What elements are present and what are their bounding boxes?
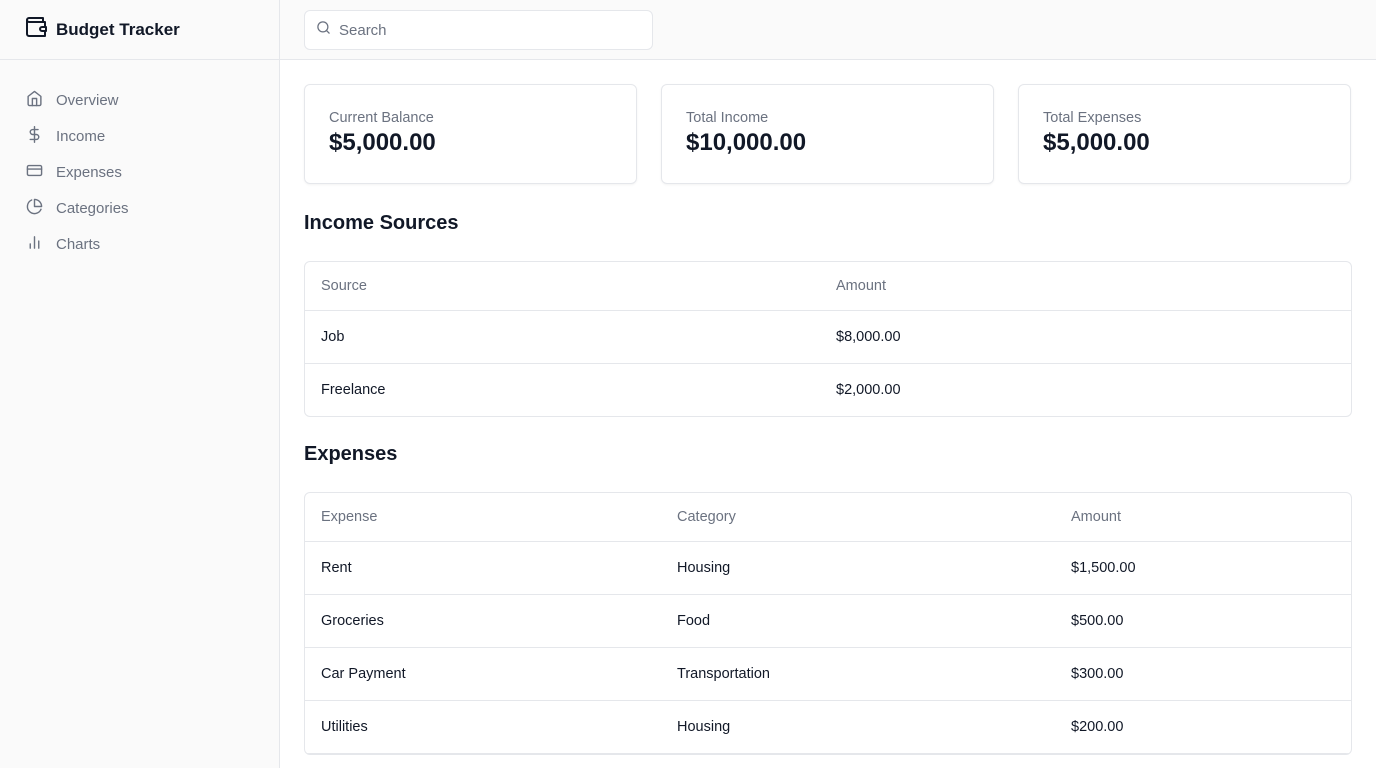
column-header: Category	[661, 493, 1055, 542]
table-header-row: Source Amount	[305, 262, 1351, 311]
table-cell: Groceries	[305, 594, 661, 648]
table-row[interactable]: Job $8,000.00	[305, 310, 1351, 364]
income-sources-title: Income Sources	[304, 212, 459, 234]
card-value: $5,000.00	[1043, 129, 1150, 156]
table-cell: Rent	[305, 541, 661, 595]
table-row[interactable]: Rent Housing $1,500.00	[305, 541, 1351, 595]
column-header: Amount	[820, 262, 1351, 311]
table-header-row: Expense Category Amount	[305, 493, 1351, 542]
wallet-icon	[24, 15, 56, 44]
card-label: Current Balance	[329, 110, 434, 126]
dollar-icon	[26, 125, 56, 147]
sidebar-item-categories[interactable]: Categories	[16, 190, 263, 226]
topbar	[280, 0, 1376, 60]
column-header: Amount	[1055, 493, 1351, 542]
sidebar-item-charts[interactable]: Charts	[16, 226, 263, 262]
search-input[interactable]	[339, 21, 629, 39]
sidebar: Budget Tracker Overview Income Expenses …	[0, 0, 280, 768]
table-row[interactable]: Car Payment Transportation $300.00	[305, 647, 1351, 701]
pie-chart-icon	[26, 198, 56, 219]
card-value: $10,000.00	[686, 129, 807, 156]
table-cell: $1,500.00	[1055, 541, 1351, 595]
credit-card-icon	[26, 162, 56, 183]
column-header: Expense	[305, 493, 661, 542]
sidebar-item-label: Categories	[56, 199, 129, 217]
table-cell: $200.00	[1055, 700, 1351, 754]
table-cell: Housing	[661, 541, 1055, 595]
card-value: $5,000.00	[329, 129, 436, 156]
table-cell: Transportation	[661, 647, 1055, 701]
income-sources-table: Source Amount Job $8,000.00 Freelance $2…	[304, 261, 1352, 417]
table-cell: $8,000.00	[820, 310, 1351, 364]
summary-cards: Current Balance $5,000.00 Total Income $…	[304, 84, 1352, 184]
table-cell: Freelance	[321, 381, 386, 398]
table-row[interactable]: Utilities Housing $200.00	[305, 700, 1351, 754]
card-label: Total Income	[686, 110, 769, 126]
table-cell: Car Payment	[305, 647, 661, 701]
table-row[interactable]: Freelance $2,000.00	[305, 363, 1351, 416]
table-cell: Utilities	[305, 700, 661, 754]
sidebar-item-label: Expenses	[56, 163, 122, 181]
sidebar-item-label: Overview	[56, 91, 119, 109]
expenses-table: Expense Category Amount Rent Housing $1,…	[304, 492, 1352, 755]
sidebar-nav: Overview Income Expenses Categories Char…	[0, 60, 279, 262]
sidebar-item-income[interactable]: Income	[16, 118, 263, 154]
total-income-card: Total Income $10,000.00	[661, 84, 994, 184]
bar-chart-icon	[26, 234, 56, 255]
sidebar-item-label: Charts	[56, 235, 101, 253]
column-header: Source	[305, 262, 820, 311]
sidebar-item-overview[interactable]: Overview	[16, 82, 263, 118]
table-cell: Housing	[661, 700, 1055, 754]
expenses-title: Expenses	[304, 443, 398, 465]
search-box[interactable]	[304, 10, 653, 50]
total-expenses-card: Total Expenses $5,000.00	[1018, 84, 1351, 184]
card-label: Total Expenses	[1043, 110, 1142, 126]
table-row[interactable]: Groceries Food $500.00	[305, 594, 1351, 648]
table-cell: $500.00	[1055, 594, 1351, 648]
brand[interactable]: Budget Tracker	[0, 0, 279, 60]
table-cell: Food	[661, 594, 1055, 648]
table-cell: $2,000.00	[836, 381, 901, 398]
app-title: Budget Tracker	[56, 19, 180, 39]
current-balance-card: Current Balance $5,000.00	[304, 84, 637, 184]
sidebar-item-expenses[interactable]: Expenses	[16, 154, 263, 190]
search-icon	[316, 20, 339, 40]
table-cell: $300.00	[1055, 647, 1351, 701]
sidebar-item-label: Income	[56, 127, 106, 145]
main-content: Current Balance $5,000.00 Total Income $…	[304, 84, 1352, 755]
table-cell: Job	[305, 310, 820, 364]
home-icon	[26, 90, 56, 111]
